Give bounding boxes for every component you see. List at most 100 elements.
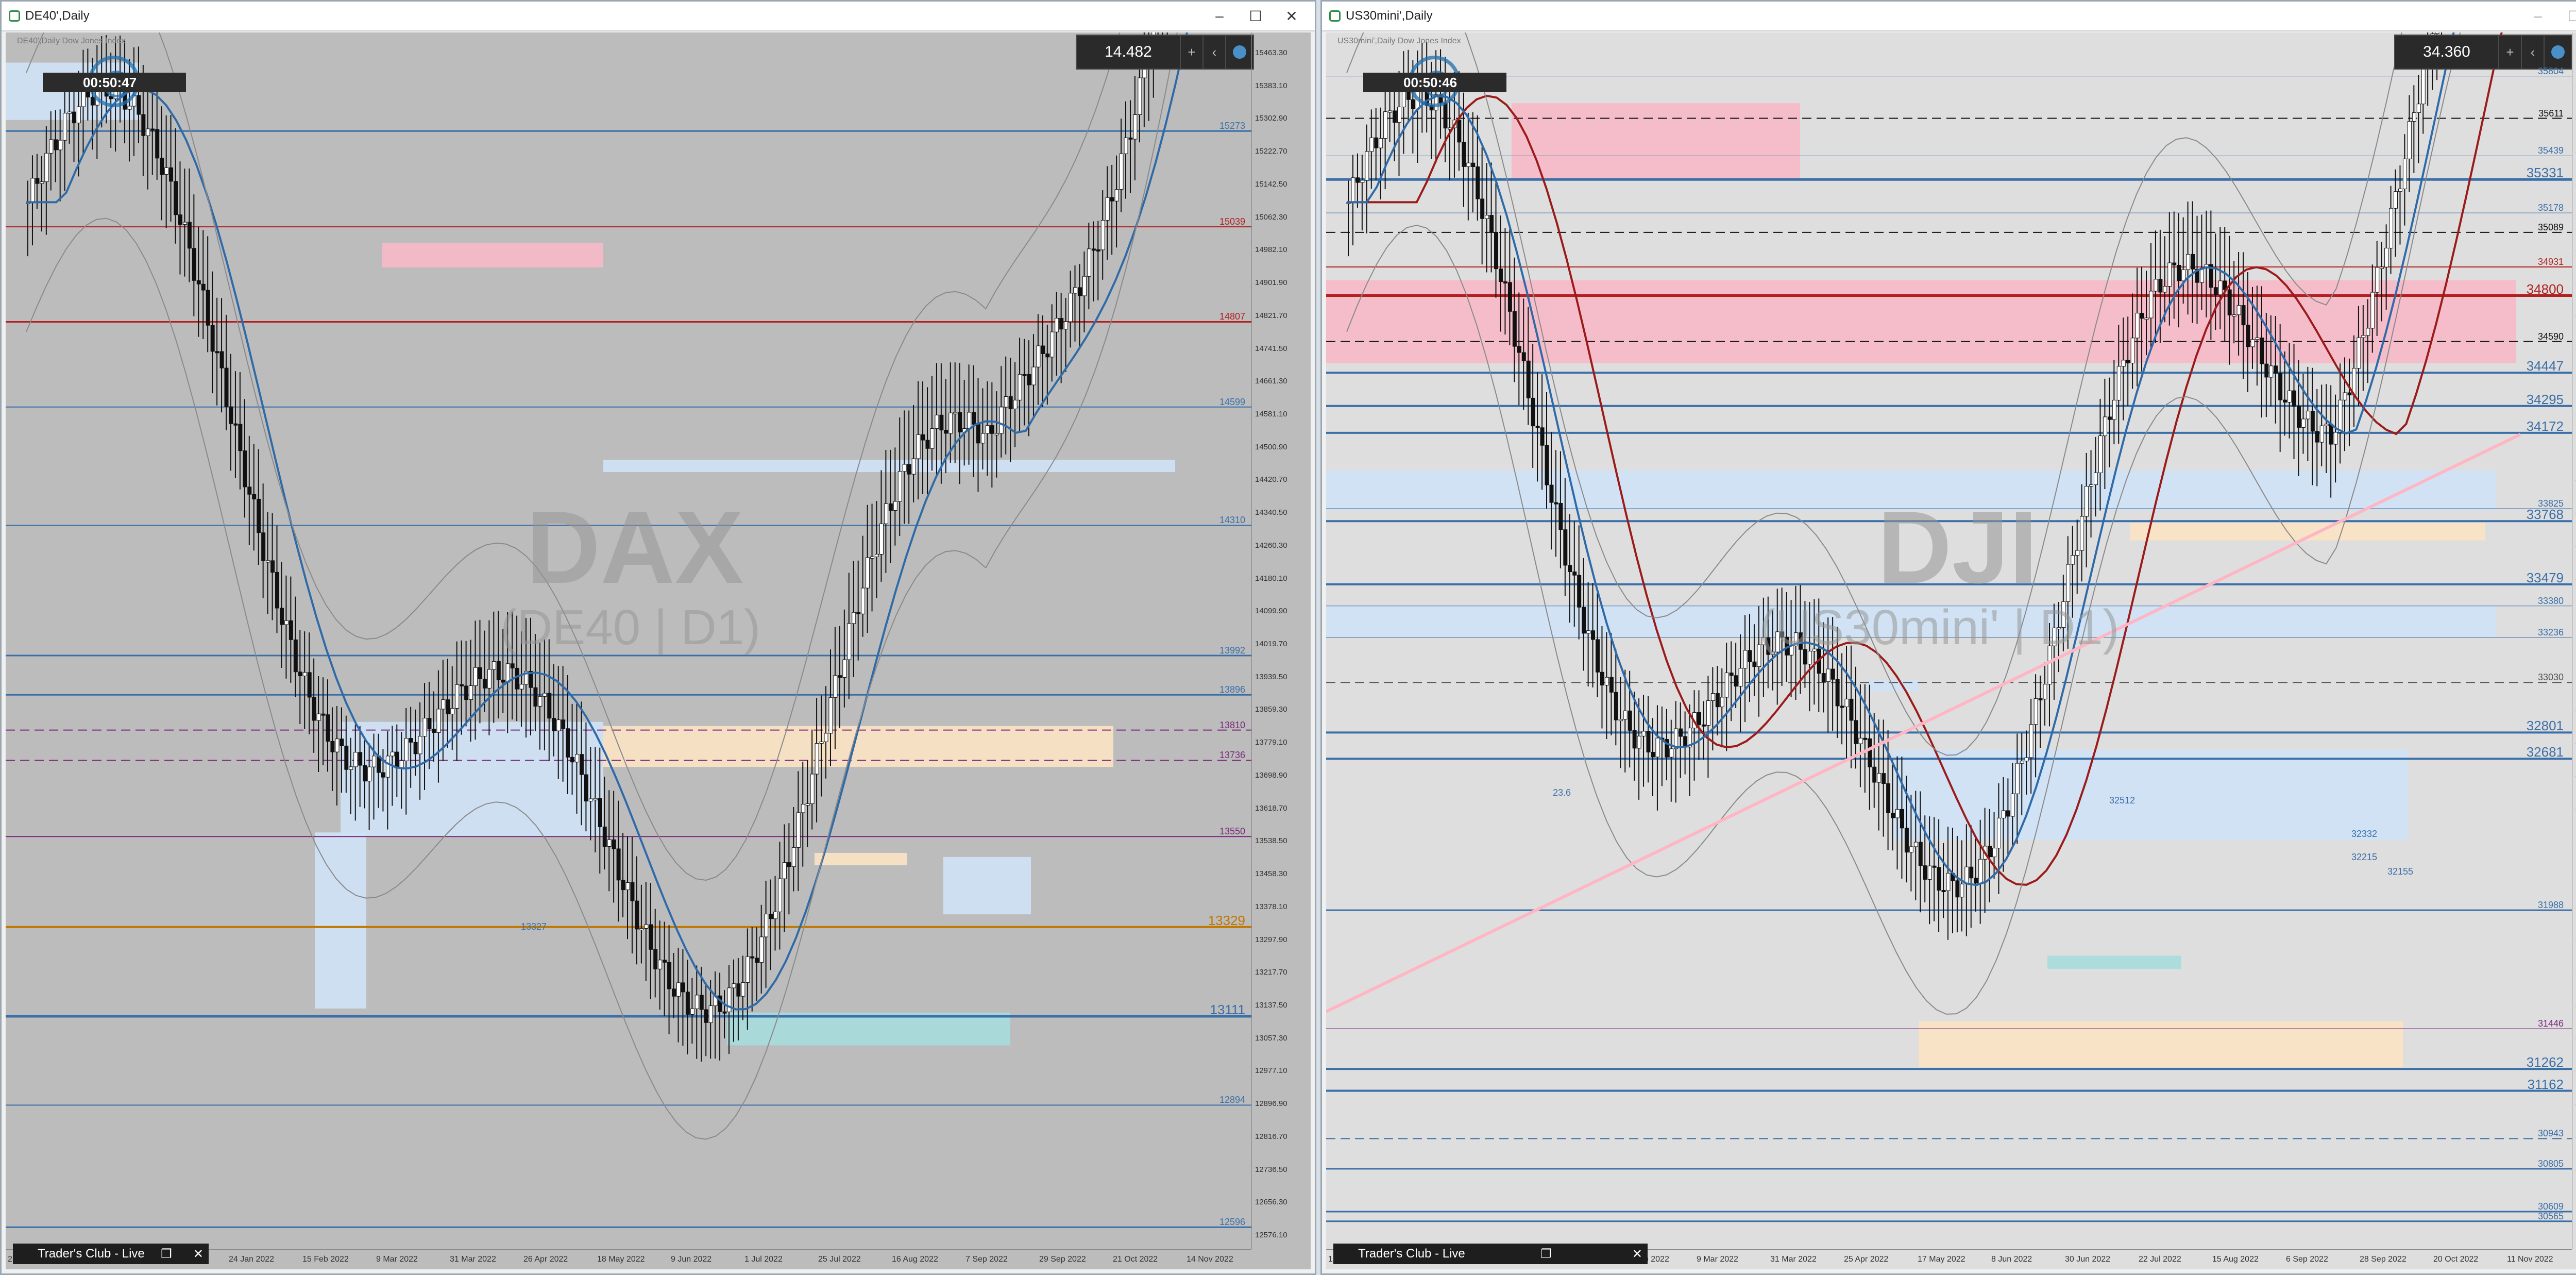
candle-body [460, 684, 464, 686]
price-axis[interactable]: 35909.3235759.0835608.8435458.6035308.36… [2572, 32, 2576, 1249]
candle-body [1974, 878, 1978, 884]
candle-body [842, 659, 847, 678]
price-zone[interactable] [382, 243, 603, 267]
candle-body [750, 956, 755, 959]
candle-body [1720, 697, 1724, 708]
plus-icon[interactable]: + [2498, 36, 2521, 69]
title-bar[interactable]: DE40',Daily – ☐ ✕ [2, 2, 1315, 31]
close-icon[interactable]: ✕ [1627, 1247, 1648, 1262]
price-zone[interactable] [1919, 1021, 2403, 1067]
candle-body [1600, 672, 1604, 685]
window-restore-icon[interactable]: ❐ [156, 1247, 177, 1262]
maximize-icon[interactable]: ☐ [1238, 2, 1274, 30]
minimize-icon[interactable]: – [1201, 2, 1238, 30]
price-chart[interactable]: US30mini',Daily Dow Jones Index 00:50:46… [1326, 32, 2576, 1269]
candle-body [2191, 254, 2195, 270]
symbol-watermark-subtitle: (DE40 | D1) [500, 600, 761, 655]
close-icon[interactable]: ✕ [1274, 2, 1310, 30]
candle-body [1498, 269, 1503, 282]
candle-body [2329, 424, 2333, 445]
candle-body [2412, 112, 2416, 122]
time-axis-tick: 31 Mar 2022 [1770, 1255, 1817, 1264]
candle-body [967, 412, 972, 429]
one-click-trading-panel[interactable]: 34.360 + ‹ [2394, 35, 2572, 70]
price-zone[interactable] [2047, 955, 2181, 969]
chevron-left-icon[interactable]: ‹ [2521, 36, 2544, 69]
dji-chart-window[interactable]: US30mini',Daily – ☐ ✕ US30mini',Daily Do… [1320, 0, 2576, 1275]
price-axis-tick: 14661.30 [1255, 377, 1287, 386]
candle-body [575, 754, 580, 763]
price-axis[interactable]: 15463.30 15383.10 15302.90 15222.70 15142.50… [1251, 32, 1311, 1249]
candle-body [1480, 198, 1485, 219]
candle-body [210, 325, 215, 352]
one-click-trading-panel[interactable]: 14.482 + ‹ [1076, 35, 1254, 70]
trader-club-live-bar[interactable]: Trader's Club - Live ❐ ✕ [1333, 1244, 1648, 1264]
candle-body [1045, 353, 1050, 358]
candle-body [1628, 710, 1632, 731]
candle-body [1891, 813, 1895, 818]
live-bar-label: Trader's Club - Live [1358, 1247, 1465, 1261]
candle-body [2361, 335, 2366, 338]
window-restore-icon[interactable]: ❐ [1536, 1247, 1556, 1262]
candle-body [1877, 773, 1882, 783]
candle-body [2144, 317, 2149, 320]
candle-body [2103, 416, 2107, 437]
lot-size-value[interactable]: 14.482 [1077, 36, 1180, 69]
price-chart[interactable]: DE40',Daily Dow Jones Index 00:50:47 14.… [6, 32, 1311, 1269]
price-zone[interactable] [315, 832, 366, 1009]
price-zone[interactable] [341, 722, 603, 837]
candle-body [644, 924, 649, 929]
candle-body [418, 736, 422, 754]
candle-body [160, 158, 164, 175]
candle-body [1840, 706, 1844, 708]
candle-body [178, 214, 182, 225]
dax-chart-window[interactable]: DE40',Daily – ☐ ✕ DE40',Daily Dow Jones … [0, 0, 1316, 1275]
candle-body [1946, 873, 1951, 891]
candle-body [2213, 287, 2218, 295]
candle-body [1133, 114, 1138, 140]
close-icon[interactable]: ✕ [188, 1247, 209, 1262]
price-axis-tick: 14340.50 [1255, 508, 1287, 517]
candle-body [773, 911, 778, 919]
time-axis-tick: 25 Jul 2022 [818, 1255, 861, 1264]
candle-body [1927, 865, 1932, 880]
candle-body [704, 1009, 708, 1023]
trader-club-live-bar[interactable]: Trader's Club - Live ❐ ✕ [13, 1244, 209, 1264]
maximize-icon[interactable]: ☐ [2556, 2, 2576, 30]
window-controls: – ☐ ✕ [2520, 2, 2576, 30]
candle-body [2324, 424, 2329, 426]
candle-body [206, 290, 210, 326]
lot-size-value[interactable]: 34.360 [2395, 36, 2498, 69]
candle-body [856, 612, 861, 614]
candle-body [478, 667, 482, 679]
minimize-icon[interactable]: – [2520, 2, 2556, 30]
time-axis-tick: 24 Jan 2022 [229, 1255, 275, 1264]
candle-body [1365, 151, 1369, 181]
title-bar[interactable]: US30mini',Daily – ☐ ✕ [1322, 2, 2576, 31]
candle-body [561, 719, 566, 729]
chevron-left-icon[interactable]: ‹ [1202, 36, 1225, 69]
candle-body [976, 424, 980, 444]
level-price-label: 31262 [2526, 1054, 2564, 1070]
price-zone[interactable] [603, 460, 1175, 473]
candle-body [653, 949, 658, 969]
candle-body [316, 713, 321, 721]
candle-body [270, 560, 275, 573]
candle-countdown-timer: 00:50:46 [1363, 73, 1506, 92]
candle-body [1526, 360, 1531, 398]
price-zone[interactable] [943, 857, 1031, 915]
globe-icon[interactable] [1225, 36, 1253, 69]
candle-body [2130, 338, 2135, 363]
candle-body [1923, 865, 1927, 880]
candle-body [1031, 366, 1036, 385]
globe-icon[interactable] [2544, 36, 2571, 69]
candle-body [694, 995, 699, 1009]
candle-body [372, 756, 377, 767]
price-zone[interactable] [815, 852, 907, 865]
candle-body [1082, 276, 1087, 296]
plus-icon[interactable]: + [1180, 36, 1202, 69]
candle-body [1715, 693, 1720, 708]
chart-window-icon [1329, 10, 1341, 22]
candle-body [1512, 311, 1517, 347]
price-zone[interactable] [1512, 103, 1800, 180]
